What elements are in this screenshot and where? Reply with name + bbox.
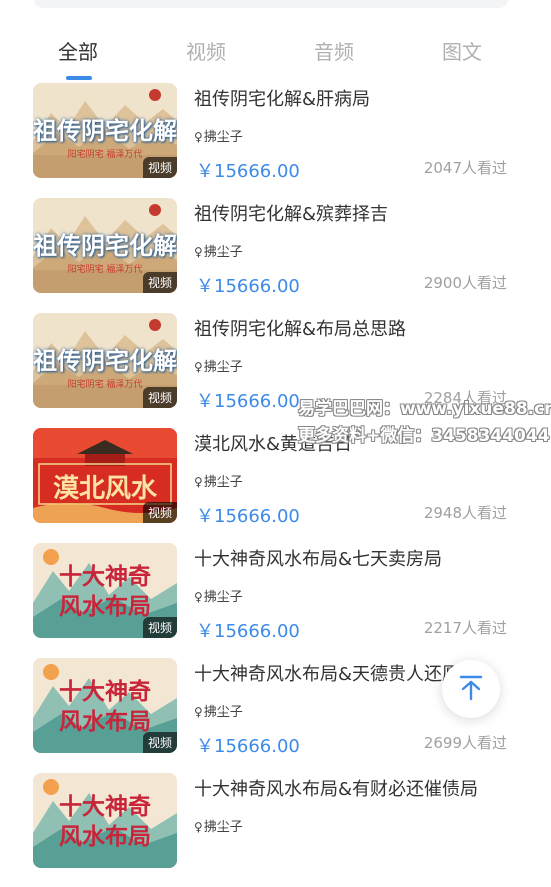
thumbnail-title-line2: 风水布局 — [59, 593, 151, 620]
tab-video[interactable]: 视频 — [186, 36, 226, 65]
user-icon: ♀ — [194, 130, 203, 144]
thumbnail-title: 十大神奇 — [59, 678, 151, 705]
author-name: 拂尘子 — [203, 245, 243, 260]
course-price: ￥15666.00 — [196, 506, 300, 527]
course-price: ￥15666.00 — [196, 736, 300, 757]
course-author: ♀拂尘子 — [194, 126, 243, 145]
back-to-top-button[interactable] — [442, 660, 500, 718]
arrow-up-icon — [459, 675, 483, 701]
course-item[interactable]: 漠北风水 视频 漠北风水&黄道吉日 ♀拂尘子 ￥15666.00 2948人看过 — [0, 427, 551, 542]
thumbnail-title: 十大神奇 — [59, 563, 151, 590]
author-name: 拂尘子 — [203, 820, 243, 835]
course-title[interactable]: 十大神奇风水布局&有财必还催债局 — [194, 775, 478, 801]
view-count: 2699人看过 — [423, 734, 507, 752]
author-name: 拂尘子 — [203, 130, 243, 145]
course-list: 祖传阴宅化解 阳宅阴宅 福泽万代 视频 祖传阴宅化解&肝病局 ♀拂尘子 ￥15666.00… — [0, 82, 551, 887]
view-count: 2948人看过 — [423, 504, 507, 522]
course-price: ￥15666.00 — [196, 391, 300, 412]
user-icon: ♀ — [194, 820, 203, 834]
course-author: ♀拂尘子 — [194, 816, 243, 835]
course-price: ￥15666.00 — [196, 621, 300, 642]
media-type-badge: 视频 — [142, 502, 177, 523]
course-thumbnail[interactable]: 祖传阴宅化解 阳宅阴宅 福泽万代 视频 — [33, 83, 177, 178]
author-name: 拂尘子 — [203, 705, 243, 720]
course-thumbnail[interactable]: 祖传阴宅化解 阳宅阴宅 福泽万代 视频 — [33, 313, 177, 408]
course-author: ♀拂尘子 — [194, 241, 243, 260]
thumbnail-title: 漠北风水 — [52, 474, 157, 504]
user-icon: ♀ — [194, 705, 203, 719]
course-title[interactable]: 漠北风水&黄道吉日 — [194, 430, 352, 456]
media-type-badge: 视频 — [142, 387, 177, 408]
media-type-badge: 视频 — [142, 732, 177, 753]
search-bar[interactable] — [34, 0, 508, 8]
course-thumbnail[interactable]: 漠北风水 视频 — [33, 428, 177, 523]
view-count: 2284人看过 — [423, 389, 507, 407]
course-price: ￥15666.00 — [196, 161, 300, 182]
thumbnail-title: 祖传阴宅化解 — [33, 346, 177, 375]
thumbnail-title: 祖传阴宅化解 — [33, 231, 177, 260]
media-type-badge: 视频 — [142, 272, 177, 293]
course-author: ♀拂尘子 — [194, 586, 243, 605]
thumbnail-title-line2: 风水布局 — [59, 708, 151, 735]
course-thumbnail[interactable]: 十大神奇风水布局 视频 — [33, 543, 177, 638]
media-type-badge: 视频 — [142, 617, 177, 638]
user-icon: ♀ — [194, 245, 203, 259]
course-author: ♀拂尘子 — [194, 701, 243, 720]
course-thumbnail[interactable]: 祖传阴宅化解 阳宅阴宅 福泽万代 视频 — [33, 198, 177, 293]
author-name: 拂尘子 — [203, 475, 243, 490]
course-item[interactable]: 祖传阴宅化解 阳宅阴宅 福泽万代 视频 祖传阴宅化解&肝病局 ♀拂尘子 ￥15666.00… — [0, 82, 551, 197]
course-author: ♀拂尘子 — [194, 356, 243, 375]
user-icon: ♀ — [194, 475, 203, 489]
thumbnail-title: 祖传阴宅化解 — [33, 116, 177, 145]
author-name: 拂尘子 — [203, 590, 243, 605]
course-price: ￥15666.00 — [196, 276, 300, 297]
view-count: 2047人看过 — [423, 159, 507, 177]
course-item[interactable]: 祖传阴宅化解 阳宅阴宅 福泽万代 视频 祖传阴宅化解&布局总思路 ♀拂尘子 ￥15666.… — [0, 312, 551, 427]
course-thumbnail[interactable]: 十大神奇风水布局 视频 — [33, 658, 177, 753]
active-tab-indicator — [66, 76, 92, 80]
course-title[interactable]: 祖传阴宅化解&布局总思路 — [194, 315, 406, 341]
course-thumbnail[interactable]: 十大神奇 风水布局 — [33, 773, 177, 868]
tab-all[interactable]: 全部 — [58, 36, 98, 65]
course-title[interactable]: 祖传阴宅化解&殡葬择吉 — [194, 200, 388, 226]
course-title[interactable]: 十大神奇风水布局&七天卖房局 — [194, 545, 442, 571]
tab-audio[interactable]: 音频 — [314, 36, 354, 65]
view-count: 2217人看过 — [423, 619, 507, 637]
media-type-badge: 视频 — [142, 157, 177, 178]
thumbnail-title-line2: 风水布局 — [59, 823, 151, 850]
author-name: 拂尘子 — [203, 360, 243, 375]
course-title[interactable]: 祖传阴宅化解&肝病局 — [194, 85, 370, 111]
thumbnail-title: 十大神奇 — [59, 793, 151, 820]
user-icon: ♀ — [194, 590, 203, 604]
user-icon: ♀ — [194, 360, 203, 374]
course-item[interactable]: 十大神奇 风水布局 十大神奇风水布局&有财必还催债局 ♀拂尘子 — [0, 772, 551, 887]
course-author: ♀拂尘子 — [194, 471, 243, 490]
category-tabs: 全部 视频 音频 图文 — [0, 36, 551, 82]
view-count: 2900人看过 — [423, 274, 507, 292]
course-item[interactable]: 十大神奇 风水布局 视频 十大神奇风水布局&七天卖房局 ♀拂尘子 ￥15666.00 221… — [0, 542, 551, 657]
course-item[interactable]: 祖传阴宅化解 阳宅阴宅 福泽万代 视频 祖传阴宅化解&殡葬择吉 ♀拂尘子 ￥15666.0… — [0, 197, 551, 312]
course-title[interactable]: 十大神奇风水布局&天德贵人还愿局 — [194, 660, 478, 686]
tab-article[interactable]: 图文 — [442, 36, 482, 65]
